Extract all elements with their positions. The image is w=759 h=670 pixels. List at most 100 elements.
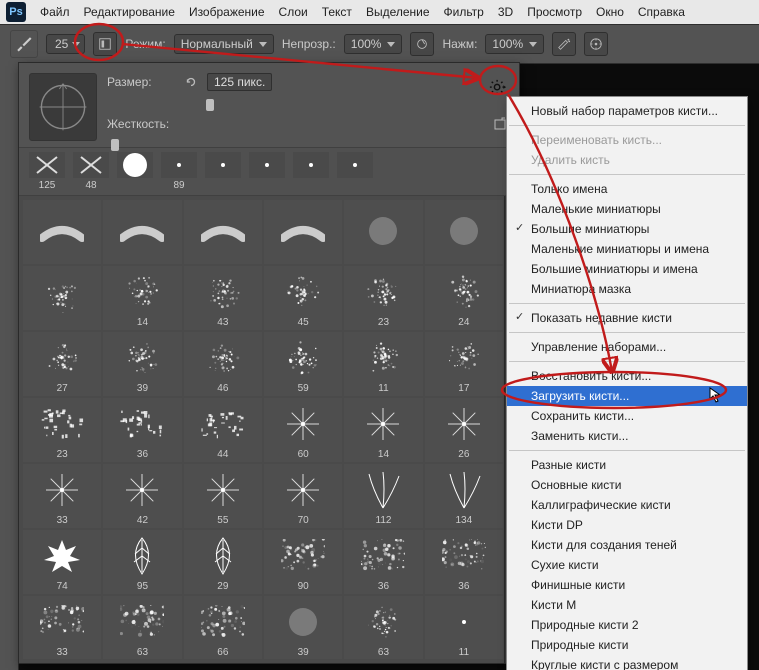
brush-cell[interactable]: 11 xyxy=(344,332,422,396)
brush-cell[interactable]: 60 xyxy=(264,398,342,462)
recent-brush-chip[interactable]: 125 xyxy=(27,152,67,191)
tablet-pressure-opacity-icon[interactable] xyxy=(410,32,434,56)
brush-cell[interactable]: 66 xyxy=(184,596,262,659)
ctx-item[interactable]: Природные кисти 2 xyxy=(507,615,747,635)
brush-cell[interactable] xyxy=(103,200,181,264)
ctx-item[interactable]: Сохранить кисти... xyxy=(507,406,747,426)
brush-cell[interactable]: 44 xyxy=(184,398,262,462)
ctx-item[interactable]: Миниатюра мазка xyxy=(507,279,747,299)
ctx-item[interactable]: Круглые кисти с размером xyxy=(507,655,747,670)
brush-cell[interactable]: 27 xyxy=(23,332,101,396)
tool-strip[interactable] xyxy=(0,62,19,670)
ctx-item[interactable]: Кисти M xyxy=(507,595,747,615)
brush-cell[interactable]: 74 xyxy=(23,530,101,594)
ctx-item[interactable]: Кисти DP xyxy=(507,515,747,535)
brush-cell[interactable]: 45 xyxy=(264,266,342,330)
brush-cell[interactable]: 112 xyxy=(344,464,422,528)
reset-size-icon[interactable] xyxy=(183,74,199,90)
menu-file[interactable]: Файл xyxy=(40,5,70,19)
recent-brush-chip[interactable]: 89 xyxy=(159,152,199,191)
brush-cell[interactable]: 23 xyxy=(23,398,101,462)
brush-cell[interactable]: 33 xyxy=(23,596,101,659)
menu-filter[interactable]: Фильтр xyxy=(444,5,484,19)
brush-cell[interactable]: 26 xyxy=(425,398,503,462)
ctx-item[interactable]: Маленькие миниатюры xyxy=(507,199,747,219)
brush-panel-toggle-icon[interactable] xyxy=(93,32,117,56)
ctx-item[interactable]: Каллиграфические кисти xyxy=(507,495,747,515)
recent-brush-chip[interactable] xyxy=(335,152,375,191)
brush-cell[interactable]: 43 xyxy=(184,266,262,330)
brush-cell[interactable]: 14 xyxy=(103,266,181,330)
brush-cell[interactable]: 63 xyxy=(103,596,181,659)
ctx-item[interactable]: Заменить кисти... xyxy=(507,426,747,446)
menu-edit[interactable]: Редактирование xyxy=(84,5,175,19)
brush-cell[interactable]: 63 xyxy=(344,596,422,659)
recent-brush-chip[interactable] xyxy=(203,152,243,191)
brush-cell[interactable]: 39 xyxy=(264,596,342,659)
ctx-item[interactable]: Загрузить кисти... xyxy=(507,386,747,406)
menu-view[interactable]: Просмотр xyxy=(527,5,582,19)
ctx-item[interactable]: Сухие кисти xyxy=(507,555,747,575)
brush-cell[interactable]: 59 xyxy=(264,332,342,396)
brush-tip-preview[interactable] xyxy=(29,73,97,141)
brush-cell[interactable]: 11 xyxy=(425,596,503,659)
new-preset-icon[interactable] xyxy=(493,117,507,131)
brush-cell[interactable] xyxy=(23,266,101,330)
ctx-item[interactable]: Управление наборами... xyxy=(507,337,747,357)
ctx-item[interactable]: Маленькие миниатюры и имена xyxy=(507,239,747,259)
menu-type[interactable]: Текст xyxy=(322,5,352,19)
brush-cell[interactable]: 70 xyxy=(264,464,342,528)
ctx-item[interactable]: Показать недавние кисти xyxy=(507,308,747,328)
brush-cell[interactable]: 33 xyxy=(23,464,101,528)
size-value[interactable]: 125 пикс. xyxy=(207,73,272,91)
ctx-item[interactable]: Восстановить кисти... xyxy=(507,366,747,386)
brush-cell[interactable]: 23 xyxy=(344,266,422,330)
brush-cell[interactable]: 46 xyxy=(184,332,262,396)
brush-panel-context-menu[interactable]: Новый набор параметров кисти...Переимено… xyxy=(506,96,748,670)
ctx-item[interactable]: Финишные кисти xyxy=(507,575,747,595)
brush-cell[interactable]: 90 xyxy=(264,530,342,594)
ctx-item[interactable]: Большие миниатюры и имена xyxy=(507,259,747,279)
panel-gear-icon[interactable] xyxy=(489,79,507,97)
ctx-item[interactable]: Основные кисти xyxy=(507,475,747,495)
ctx-item[interactable]: Кисти для создания теней xyxy=(507,535,747,555)
recent-brush-chip[interactable] xyxy=(291,152,331,191)
brush-cell[interactable]: 36 xyxy=(425,530,503,594)
ctx-item[interactable]: Только имена xyxy=(507,179,747,199)
menu-help[interactable]: Справка xyxy=(638,5,685,19)
menu-select[interactable]: Выделение xyxy=(366,5,430,19)
ctx-item[interactable]: Большие миниатюры xyxy=(507,219,747,239)
brush-cell[interactable]: 55 xyxy=(184,464,262,528)
brush-cell[interactable] xyxy=(425,200,503,264)
recent-brush-chip[interactable]: 48 xyxy=(71,152,111,191)
brush-size-picker[interactable]: 25 xyxy=(46,34,85,54)
brush-cell[interactable]: 14 xyxy=(344,398,422,462)
brush-cell[interactable]: 95 xyxy=(103,530,181,594)
brush-tool-icon[interactable] xyxy=(10,30,38,58)
brush-cell[interactable] xyxy=(264,200,342,264)
recent-brush-chip[interactable] xyxy=(247,152,287,191)
brush-cell[interactable]: 17 xyxy=(425,332,503,396)
brush-cell[interactable]: 36 xyxy=(103,398,181,462)
brush-cell[interactable]: 24 xyxy=(425,266,503,330)
menu-image[interactable]: Изображение xyxy=(189,5,265,19)
brush-cell[interactable]: 42 xyxy=(103,464,181,528)
ctx-item[interactable]: Природные кисти xyxy=(507,635,747,655)
menu-layer[interactable]: Слои xyxy=(279,5,308,19)
brush-cell[interactable]: 134 xyxy=(425,464,503,528)
menu-3d[interactable]: 3D xyxy=(498,5,513,19)
brush-cell[interactable] xyxy=(184,200,262,264)
opacity-input[interactable]: 100% xyxy=(344,34,403,54)
ctx-item[interactable]: Разные кисти xyxy=(507,455,747,475)
tablet-pressure-size-icon[interactable] xyxy=(584,32,608,56)
menu-window[interactable]: Окно xyxy=(596,5,624,19)
brush-grid[interactable]: 1443452324273946591117233644601426334255… xyxy=(23,200,503,659)
flow-input[interactable]: 100% xyxy=(485,34,544,54)
brush-cell[interactable]: 39 xyxy=(103,332,181,396)
brush-cell[interactable]: 36 xyxy=(344,530,422,594)
airbrush-icon[interactable] xyxy=(552,32,576,56)
blend-mode-select[interactable]: Нормальный xyxy=(174,34,274,54)
recent-brush-chip[interactable] xyxy=(115,152,155,191)
brush-cell[interactable]: 29 xyxy=(184,530,262,594)
brush-cell[interactable] xyxy=(23,200,101,264)
